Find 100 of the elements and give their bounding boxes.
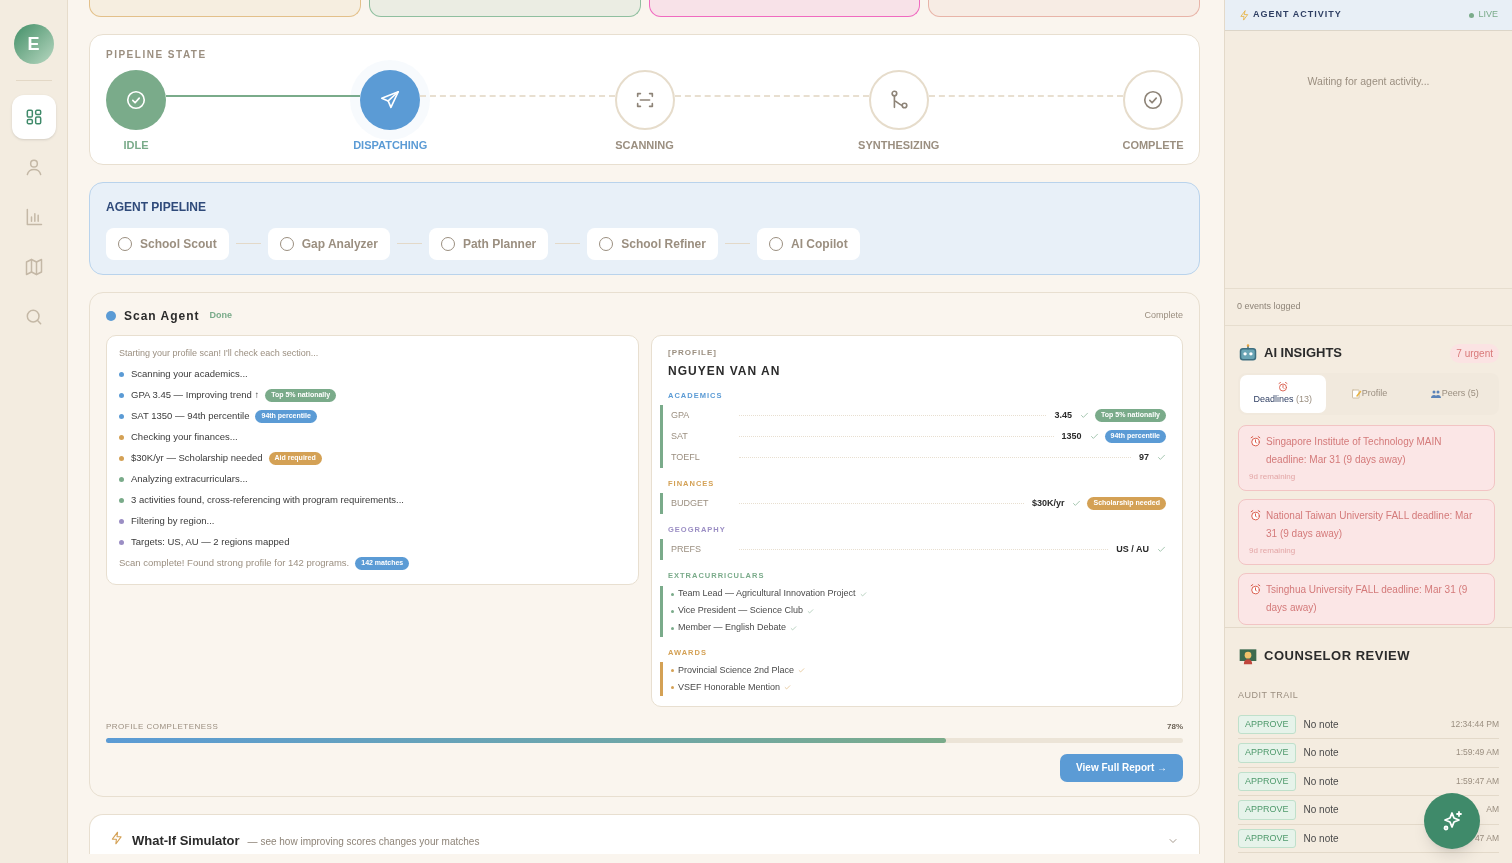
memo-icon xyxy=(1349,388,1362,400)
agent-name: School Scout xyxy=(140,235,217,253)
status-label: Done xyxy=(209,308,233,322)
check-icon xyxy=(798,666,806,674)
nav-button[interactable] xyxy=(11,95,56,139)
check-icon xyxy=(1072,499,1082,508)
log-summary: Scan complete! Found strong profile for 142 programs. xyxy=(119,556,350,571)
lightning-icon xyxy=(1239,9,1250,21)
view-report-button[interactable]: View Full Report → xyxy=(1060,753,1183,782)
check-icon xyxy=(806,607,814,615)
paper-plane-icon xyxy=(379,89,402,111)
section-title: PIPELINE STATE xyxy=(106,48,208,62)
list-entry: VSEF Honorable Mention xyxy=(678,680,781,694)
note-text: No note xyxy=(1303,774,1339,789)
section-label: AUDIT TRAIL xyxy=(1238,689,1300,702)
timestamp: AM xyxy=(1486,803,1499,817)
progress-label: PROFILE COMPLETENESS xyxy=(106,720,219,733)
action-tag: APPROVE xyxy=(1238,828,1296,848)
avatar[interactable]: E xyxy=(13,24,54,64)
panel-title: AI INSIGHTS xyxy=(1264,344,1342,363)
note-text: No note xyxy=(1303,717,1339,732)
agent-chip[interactable]: School Refiner xyxy=(587,227,718,260)
section-title: AGENT PIPELINE xyxy=(106,198,207,216)
agent-name: Gap Analyzer xyxy=(301,235,378,253)
step-label: SCANNING xyxy=(615,138,674,153)
field-value: US / AU xyxy=(1116,543,1149,556)
agent-name: Path Planner xyxy=(462,235,537,253)
agent-name: AI Copilot xyxy=(790,235,848,253)
agent-chip[interactable]: Gap Analyzer xyxy=(267,227,390,260)
check-icon xyxy=(1157,545,1166,555)
note-text: No note xyxy=(1303,803,1339,818)
alert-text: National Taiwan University FALL deadline: Mar 31 (9 days away) xyxy=(1266,509,1474,541)
panel-title: AGENT ACTIVITY xyxy=(1253,8,1342,22)
progress-value: 78% xyxy=(1167,720,1183,733)
field-value: 3.45 xyxy=(1054,408,1072,422)
list-entry: Team Lead — Agricultural Innovation Project xyxy=(678,587,856,601)
lightning-icon xyxy=(110,830,124,845)
check-circle-icon xyxy=(125,89,147,111)
alert-card[interactable]: Tsinghua University FALL deadline: Mar 31 (9 days away) xyxy=(1238,573,1495,625)
timestamp: 12:34:44 PM xyxy=(1450,717,1499,731)
urgent-count: 7 urgent xyxy=(1450,343,1499,363)
agent-chip[interactable]: AI Copilot xyxy=(756,227,860,260)
agent-name: School Refiner xyxy=(621,235,706,253)
event-count: 0 events logged xyxy=(1237,300,1301,314)
alarm-clock-icon xyxy=(1276,381,1289,394)
log-line: Targets: US, AU — 2 regions mapped xyxy=(131,535,290,550)
note-text: No note xyxy=(1303,831,1339,846)
list-entry: Vice President — Science Club xyxy=(678,604,803,618)
timestamp: 1:59:47 AM xyxy=(1456,774,1499,788)
check-icon xyxy=(790,624,798,632)
alarm-clock-icon xyxy=(1249,435,1262,448)
teacher-icon xyxy=(1238,646,1258,666)
log-line: Scanning your academics... xyxy=(131,367,248,382)
action-tag: APPROVE xyxy=(1238,771,1296,791)
check-icon xyxy=(1089,431,1099,441)
check-circle-icon xyxy=(1142,89,1164,111)
step-label: DISPATCHING xyxy=(353,138,428,153)
robot-icon xyxy=(1238,343,1258,363)
field-value: $30K/yr xyxy=(1031,496,1065,510)
map-icon xyxy=(23,257,44,277)
tab[interactable]: Profile xyxy=(1325,375,1412,413)
log-line: 3 activities found, cross-referencing with program requirements... xyxy=(131,493,404,508)
agent-chip[interactable]: Path Planner xyxy=(428,227,549,260)
log-line: SAT 1350 — 94th percentile xyxy=(131,409,250,424)
agent-chip[interactable]: School Scout xyxy=(106,227,229,260)
check-icon xyxy=(1157,452,1166,462)
field-label: SAT xyxy=(671,429,689,443)
alert-text: Tsinghua University FALL deadline: Mar 31 (9 days away) xyxy=(1266,583,1469,615)
log-intro: Starting your profile scan! I'll check each section... xyxy=(119,346,320,360)
log-line: $30K/yr — Scholarship needed xyxy=(131,451,263,466)
field-label: BUDGET xyxy=(671,496,710,510)
note-text: No note xyxy=(1303,746,1339,761)
field-value: 97 xyxy=(1139,450,1149,464)
alarm-clock-icon xyxy=(1249,583,1262,596)
field-label: PREFS xyxy=(671,543,702,556)
action-tag: APPROVE xyxy=(1238,714,1296,734)
log-line: Filtering by region... xyxy=(131,514,215,529)
step-label: SYNTHESIZING xyxy=(858,138,940,153)
timestamp: 1:59:49 AM xyxy=(1456,746,1499,760)
alarm-clock-icon xyxy=(1249,509,1262,522)
live-label: LIVE xyxy=(1478,8,1498,22)
panel-title: COUNSELOR REVIEW xyxy=(1264,647,1410,666)
agent-title: Scan Agent xyxy=(124,307,200,325)
alert-text: Singapore Institute of Technology MAIN deadline: Mar 31 (9 days away) xyxy=(1266,435,1443,467)
what-if-panel[interactable]: What-If Simulator — see how improving scores changes your matches xyxy=(89,813,1200,854)
field-label: TOEFL xyxy=(671,450,701,464)
timestamp: 47 AM xyxy=(1474,831,1499,845)
action-tag: APPROVE xyxy=(1238,743,1296,763)
log-line: Analyzing extracurriculars... xyxy=(131,472,248,487)
panel-subtitle: — see how improving scores changes your matches xyxy=(247,834,480,849)
check-icon xyxy=(859,590,867,598)
people-icon xyxy=(1429,388,1442,400)
action-tag: APPROVE xyxy=(1238,800,1296,820)
step-label: COMPLETE xyxy=(1122,138,1184,153)
log-line: Checking your finances... xyxy=(131,430,238,445)
tab[interactable]: Peers (5) xyxy=(1411,375,1497,413)
field-value: 1350 xyxy=(1061,429,1082,443)
tab[interactable]: Deadlines (13) xyxy=(1240,375,1326,413)
profile-tag: [PROFILE] xyxy=(668,346,1166,359)
field-label: GPA xyxy=(671,408,691,422)
